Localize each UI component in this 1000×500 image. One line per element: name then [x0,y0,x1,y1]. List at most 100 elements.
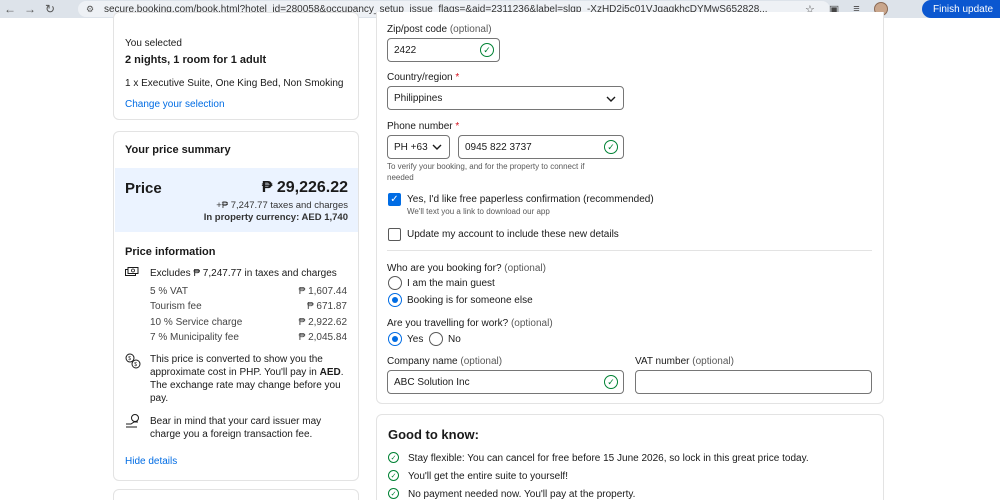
zip-label: Zip/post code (optional) [387,24,492,35]
update-account-label: Update my account to include these new d… [407,229,619,240]
good-to-know-item: No payment needed now. You'll pay at the… [408,489,636,500]
fee-value: ₱ 1,607.44 [298,286,347,297]
optional-tag: (optional) [460,356,503,367]
room-description: 1 x Executive Suite, One King Bed, Non S… [125,78,344,89]
booking-for-label: Who are you booking for? (optional) [387,263,546,274]
vat-label-text: VAT number [635,356,690,367]
check-circle-icon: ✓ [388,470,399,481]
valid-check-icon: ✓ [480,43,494,57]
update-account-checkbox[interactable] [388,228,401,241]
price-summary-card: Your price summary Price ₱ 29,226.22 +₱ … [113,131,359,481]
fee-value: ₱ 2,922.62 [298,317,347,328]
period: . [340,367,344,378]
required-marker: * [455,72,460,83]
phone-label: Phone number * [387,121,459,132]
work-yes-label: Yes [407,334,424,345]
optional-tag: (optional) [504,263,546,274]
excludes-taxes: Excludes ₱ 7,247.77 in taxes and charges [150,268,337,279]
main-guest-radio[interactable] [388,276,402,290]
check-circle-icon: ✓ [388,452,399,463]
country-select[interactable]: Philippines [387,86,624,110]
reload-icon[interactable]: ↻ [40,0,60,18]
chevron-down-icon [606,96,616,102]
next-card [113,489,359,500]
price-info-title: Price information [125,246,216,258]
booking-for-text: Who are you booking for? [387,263,502,274]
converted-line-1: This price is converted to show you the [150,354,323,365]
nights-rooms-summary: 2 nights, 1 room for 1 adult [125,54,267,66]
vat-input[interactable] [635,370,872,394]
price-total: ₱ 29,226.22 [261,179,348,196]
someone-else-radio[interactable] [388,293,402,307]
fee-label: 7 % Municipality fee [150,332,239,343]
phone-hint-line-2: needed [387,173,414,182]
valid-check-icon: ✓ [604,140,618,154]
chevron-down-icon [432,144,442,150]
optional-tag: (optional) [692,356,734,367]
someone-else-label: Booking is for someone else [407,295,533,306]
phone-label-text: Phone number [387,121,453,132]
converted-line-2: approximate cost in PHP. You'll pay in A… [150,367,344,378]
finish-update-button[interactable]: Finish update [922,0,1000,18]
phone-input[interactable]: 0945 822 3737 [458,135,624,159]
vat-label: VAT number (optional) [635,356,734,367]
work-yes-radio[interactable] [388,332,402,346]
card-issuer-line-2: charge you a foreign transaction fee. [150,429,313,440]
company-label-text: Company name [387,356,458,367]
price-summary-title: Your price summary [125,144,231,156]
you-selected-label: You selected [125,38,182,49]
divider [387,250,872,251]
selection-card: You selected 2 nights, 1 room for 1 adul… [113,12,359,120]
work-no-radio[interactable] [429,332,443,346]
card-issuer-line-1: Bear in mind that your card issuer may [150,416,322,427]
work-no-label: No [448,334,461,345]
company-input[interactable]: ABC Solution Inc [387,370,624,394]
company-label: Company name (optional) [387,356,502,367]
zip-value: 2422 [394,44,417,56]
main-guest-label: I am the main guest [407,278,495,289]
property-currency: In property currency: AED 1,740 [203,212,348,223]
good-to-know-item: You'll get the entire suite to yourself! [408,471,568,482]
hide-details-link[interactable]: Hide details [125,456,177,467]
card-fee-icon [125,414,141,428]
phone-hint-line-1: To verify your booking, and for the prop… [387,162,585,171]
forward-icon[interactable]: → [20,0,40,18]
price-label: Price [125,180,162,197]
svg-text:$: $ [134,362,137,368]
required-marker: * [455,121,460,132]
valid-check-icon: ✓ [604,375,618,389]
site-settings-icon[interactable]: ⚙ [86,4,98,14]
phone-code-value: PH +63 [394,141,428,153]
currency-code: AED [319,367,341,378]
change-selection-link[interactable]: Change your selection [125,99,225,110]
work-travel-text: Are you travelling for work? [387,318,509,329]
company-value: ABC Solution Inc [394,376,470,388]
paperless-hint: We'll text you a link to download our ap… [407,207,550,216]
money-icon [125,267,139,279]
converted-line-3: The exchange rate may change before you [150,380,341,391]
fee-label: 10 % Service charge [150,317,243,328]
converted-line-4: pay. [150,393,169,404]
check-circle-icon: ✓ [388,488,399,499]
country-value: Philippines [394,92,443,104]
fee-label: Tourism fee [150,301,202,312]
paperless-checkbox[interactable]: ✓ [388,193,401,206]
paperless-label: Yes, I'd like free paperless confirmatio… [407,194,654,205]
currency-exchange-icon: $ $ [125,353,141,369]
optional-tag: (optional) [449,24,492,35]
optional-tag: (optional) [510,318,553,329]
good-to-know-item: Stay flexible: You can cancel for free b… [408,453,809,464]
taxes-line: +₱ 7,247.77 taxes and charges [216,200,348,211]
phone-value: 0945 822 3737 [465,141,532,153]
fee-label: 5 % VAT [150,286,188,297]
good-to-know-card: Good to know: ✓ Stay flexible: You can c… [376,414,884,500]
country-label: Country/region * [387,72,459,83]
zip-label-text: Zip/post code [387,24,448,35]
back-icon[interactable]: ← [0,0,20,18]
fee-value: ₱ 671.87 [306,301,347,312]
price-banner: Price ₱ 29,226.22 +₱ 7,247.77 taxes and … [115,168,358,232]
country-label-text: Country/region [387,72,453,83]
fee-value: ₱ 2,045.84 [298,332,347,343]
converted-text: approximate cost in PHP. You'll pay in [150,367,320,378]
svg-text:$: $ [128,356,131,362]
